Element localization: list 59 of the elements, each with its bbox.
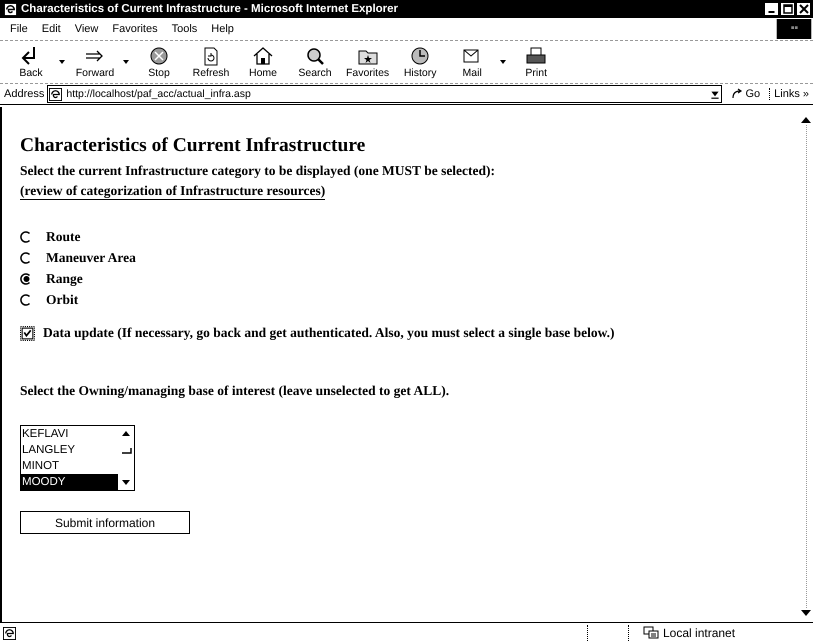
address-label: Address — [4, 88, 44, 100]
base-prompt: Select the Owning/managing base of interest (leave unselected to get ALL). — [20, 383, 450, 399]
network-icon — [643, 626, 659, 640]
scroll-down-icon[interactable] — [800, 608, 812, 618]
maximize-icon — [782, 4, 792, 14]
search-button[interactable]: Search — [290, 45, 340, 79]
radio-label: Route — [46, 228, 80, 244]
address-field[interactable]: http://localhost/paf_acc/actual_infra.asp — [47, 85, 722, 103]
menu-item[interactable]: Tools — [172, 23, 198, 35]
base-listbox[interactable]: KEFLAVI LANGLEY MINOT MOODY — [20, 425, 135, 491]
page-icon — [3, 626, 16, 640]
list-item[interactable]: LANGLEY — [21, 442, 118, 458]
radio-button[interactable] — [20, 230, 32, 242]
window-title: Characteristics of Current Infrastructure - Microsoft Internet Explorer — [21, 3, 400, 15]
refresh-button[interactable]: Refresh — [186, 45, 236, 79]
radio-label: Orbit — [46, 292, 78, 308]
checkbox[interactable] — [20, 326, 35, 340]
menu-item[interactable]: Help — [211, 23, 234, 35]
links-button[interactable]: Links » — [769, 88, 811, 100]
menu-item[interactable]: Edit — [42, 23, 61, 35]
mail-button[interactable]: Mail — [447, 45, 510, 79]
zone-label: Local intranet — [663, 626, 736, 640]
close-icon — [798, 4, 808, 14]
radio-label: Range — [46, 270, 83, 286]
close-button[interactable] — [796, 2, 811, 16]
categorization-link[interactable]: (review of categorization of Infrastructure resources) — [20, 183, 326, 200]
instruction-text: Select the current Infrastructure category to be displayed (one MUST be selected): — [20, 163, 496, 179]
menu-item[interactable]: Favorites — [112, 23, 158, 35]
maximize-button[interactable] — [780, 2, 795, 16]
list-item[interactable]: MINOT — [21, 458, 118, 474]
submit-button[interactable]: Submit information — [20, 511, 190, 534]
dropdown-caret-icon — [59, 60, 65, 64]
forward-button[interactable]: Forward — [70, 45, 132, 79]
list-item[interactable]: MOODY — [21, 474, 118, 490]
minimize-icon — [768, 11, 775, 13]
house-icon — [251, 45, 275, 67]
radio-label: Maneuver Area — [46, 250, 136, 266]
print-button[interactable]: Print — [511, 45, 562, 79]
radio-button[interactable] — [20, 294, 32, 306]
stop-button[interactable]: Stop — [134, 45, 184, 79]
home-button[interactable]: Home — [238, 45, 288, 79]
minimize-button[interactable] — [764, 2, 779, 16]
page-icon — [49, 88, 62, 100]
go-button[interactable]: Go — [725, 88, 766, 100]
dropdown-caret-icon — [500, 60, 506, 64]
dropdown-caret-icon — [123, 60, 129, 64]
history-button[interactable]: History — [395, 45, 446, 79]
menu-item[interactable]: View — [74, 23, 98, 35]
browser-icon — [4, 2, 17, 16]
page-heading: Characteristics of Current Infrastructure — [20, 135, 366, 157]
back-button[interactable]: Back — [6, 45, 68, 79]
go-arrow-icon — [731, 88, 744, 100]
favorites-button[interactable]: Favorites — [342, 45, 394, 79]
checkbox-label: Data update (If necessary, go back and get authenticated. Also, you must select a single base below.) — [43, 325, 615, 341]
radio-button[interactable] — [20, 272, 32, 284]
scroll-up-icon[interactable] — [800, 115, 812, 125]
list-item[interactable]: KEFLAVI — [21, 426, 118, 442]
radio-button[interactable] — [20, 252, 32, 264]
menu-item[interactable]: File — [10, 23, 28, 35]
